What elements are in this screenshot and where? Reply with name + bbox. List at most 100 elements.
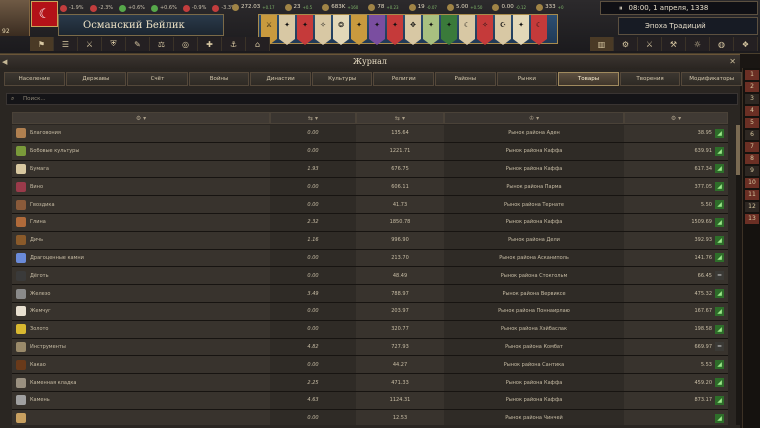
faction-banner[interactable]: ✧: [477, 15, 493, 45]
faction-banner[interactable]: ✦: [351, 15, 367, 45]
column-header[interactable]: ♔ ▾: [444, 112, 624, 124]
journal-tab[interactable]: Товары: [558, 72, 619, 86]
scroll-thumb[interactable]: [736, 125, 740, 175]
resource-item[interactable]: 78 +0.23: [368, 3, 399, 11]
menu-icon[interactable]: ◍: [710, 37, 734, 51]
stat-item[interactable]: +0.6%: [150, 2, 177, 14]
sidebar-button[interactable]: 9: [745, 166, 759, 176]
table-row[interactable]: Бумага 1.93 676.75 Рынок района Каффа 617.34…: [12, 160, 728, 179]
menu-icon[interactable]: ☼: [686, 37, 710, 51]
column-header[interactable]: ⚙ ▾: [624, 112, 728, 124]
sidebar-button[interactable]: 2: [745, 82, 759, 92]
menu-icon[interactable]: ⚖: [150, 37, 174, 51]
faction-banner[interactable]: ✦: [513, 15, 529, 45]
sidebar-button[interactable]: 4: [745, 106, 759, 116]
close-icon[interactable]: ✕: [729, 55, 736, 69]
table-row[interactable]: Глина 2.32 1850.78 Рынок района Каффа 1509.6…: [12, 213, 728, 232]
sidebar-button[interactable]: 1: [745, 70, 759, 80]
menu-icon[interactable]: ⚑: [30, 37, 54, 51]
resource-item[interactable]: 272.03 +0.17: [232, 3, 275, 11]
table-row[interactable]: Жемчуг 0.00 203.97 Рынок района Поннаирлаю 1…: [12, 302, 728, 321]
sidebar-button[interactable]: 7: [745, 142, 759, 152]
resource-item[interactable]: 23 +0.5: [284, 3, 312, 11]
resource-item[interactable]: 333 +0: [536, 3, 564, 11]
table-row[interactable]: 0.00 12.53 Рынок района Чинчей ◢: [12, 409, 728, 425]
column-header[interactable]: ⚙ ▾: [12, 112, 270, 124]
faction-banner[interactable]: ☾: [531, 15, 547, 45]
stat-item[interactable]: -2.3%: [89, 2, 113, 14]
sidebar-button[interactable]: 3: [745, 94, 759, 104]
search-input[interactable]: ⌕ Поиск...: [6, 93, 738, 105]
table-row[interactable]: Вино 0.00 606.11 Рынок района Парма 377.05 ◢: [12, 178, 728, 197]
country-name[interactable]: Османский Бейлик: [58, 14, 224, 36]
faction-banner[interactable]: ✦: [279, 15, 295, 45]
journal-tab[interactable]: Рынки: [496, 72, 558, 86]
menu-icon[interactable]: ⚔: [78, 37, 102, 51]
table-row[interactable]: Каменная кладка 2.25 471.33 Рынок района Ка…: [12, 374, 728, 392]
menu-icon[interactable]: ⛨: [102, 37, 126, 51]
menu-icon[interactable]: ▥: [590, 37, 614, 51]
menu-icon[interactable]: ⚔: [638, 37, 662, 51]
journal-tab[interactable]: Районы: [435, 72, 496, 86]
journal-tab[interactable]: Культуры: [311, 72, 373, 86]
journal-tab[interactable]: Религии: [373, 72, 435, 86]
stat-item[interactable]: +0.6%: [119, 2, 145, 14]
table-row[interactable]: Камень 4.63 1124.31 Рынок района Каффа 873.1…: [12, 391, 728, 410]
faction-banner[interactable]: ❂: [333, 15, 349, 45]
faction-banner[interactable]: ✥: [405, 15, 421, 45]
sidebar-button[interactable]: 8: [745, 154, 759, 164]
sidebar-button[interactable]: 13: [745, 214, 759, 224]
table-row[interactable]: Дёготь 0.00 48.49 Рынок района Стокгольм 66.…: [12, 267, 728, 286]
era-display[interactable]: Эпоха Традиций: [618, 17, 758, 35]
sidebar-button[interactable]: 12: [745, 202, 759, 212]
menu-icon[interactable]: ✎: [126, 37, 150, 51]
pause-icon[interactable]: ⏸: [619, 4, 623, 13]
faction-banner[interactable]: ✦: [423, 15, 439, 45]
table-row[interactable]: Золото 0.00 320.77 Рынок района Хэйбаслак 19…: [12, 320, 728, 339]
column-header[interactable]: ⇆ ▾: [356, 112, 444, 124]
resource-item[interactable]: 0.00 -0.12: [492, 3, 526, 11]
menu-icon[interactable]: ☰: [54, 37, 78, 51]
faction-banner[interactable]: ✦: [369, 15, 385, 45]
journal-tab[interactable]: Творения: [619, 72, 681, 86]
faction-banner[interactable]: ✦: [297, 15, 313, 45]
sidebar-button[interactable]: 11: [745, 190, 759, 200]
journal-tab[interactable]: Державы: [65, 72, 127, 86]
table-row[interactable]: Какао 0.00 44.27 Рынок района Сантика 5.53 ◢: [12, 356, 728, 375]
sidebar-button[interactable]: 5: [745, 118, 759, 128]
resource-item[interactable]: 683K +160: [322, 3, 358, 11]
stat-item[interactable]: -0.9%: [182, 2, 206, 14]
faction-banner[interactable]: ✦: [441, 15, 457, 45]
date-display[interactable]: ⏸ 08:00, 1 апреля, 1338: [600, 1, 758, 15]
menu-icon[interactable]: ⚓: [222, 37, 246, 51]
table-row[interactable]: Драгоценные камни 0.00 213.70 Рынок района …: [12, 249, 728, 268]
table-row[interactable]: Дичь 1.16 996.90 Рынок района Дели 392.93 ◢: [12, 231, 728, 250]
menu-icon[interactable]: ✚: [198, 37, 222, 51]
menu-icon[interactable]: ⚒: [662, 37, 686, 51]
ruler-portrait[interactable]: 92: [0, 0, 30, 36]
resource-item[interactable]: 19 -0.07: [408, 3, 437, 11]
menu-icon[interactable]: ❖: [734, 37, 758, 51]
journal-tab[interactable]: Население: [4, 72, 65, 86]
faction-banner[interactable]: ✧: [315, 15, 331, 45]
sidebar-button[interactable]: 10: [745, 178, 759, 188]
faction-banner[interactable]: ☪: [495, 15, 511, 45]
table-row[interactable]: Гвоздика 0.00 41.73 Рынок района Тернате 5.5…: [12, 196, 728, 214]
faction-banner[interactable]: ☾: [459, 15, 475, 45]
journal-tab[interactable]: Династии: [250, 72, 311, 86]
resource-item[interactable]: 5.00 +0.50: [446, 3, 482, 11]
table-row[interactable]: Благовония 0.00 135.64 Рынок района Аден 38.…: [12, 125, 728, 143]
table-row[interactable]: Бобовые культуры 0.00 1221.71 Рынок района …: [12, 142, 728, 161]
stat-item[interactable]: -1.9%: [60, 2, 84, 14]
sidebar-button[interactable]: 6: [745, 130, 759, 140]
journal-tab[interactable]: Модификаторы: [681, 72, 742, 86]
table-row[interactable]: Железо 3.49 788.97 Рынок района Вервиксе 475…: [12, 285, 728, 303]
table-scrollbar[interactable]: [736, 125, 740, 425]
faction-banner[interactable]: ✦: [387, 15, 403, 45]
menu-icon[interactable]: ◎: [174, 37, 198, 51]
table-row[interactable]: Инструменты 4.82 727.93 Рынок района Комбат…: [12, 338, 728, 357]
journal-tab[interactable]: Войны: [188, 72, 250, 86]
column-header[interactable]: ⇆ ▾: [270, 112, 356, 124]
country-flag[interactable]: ☾: [31, 1, 58, 27]
menu-icon[interactable]: ⚙: [614, 37, 638, 51]
